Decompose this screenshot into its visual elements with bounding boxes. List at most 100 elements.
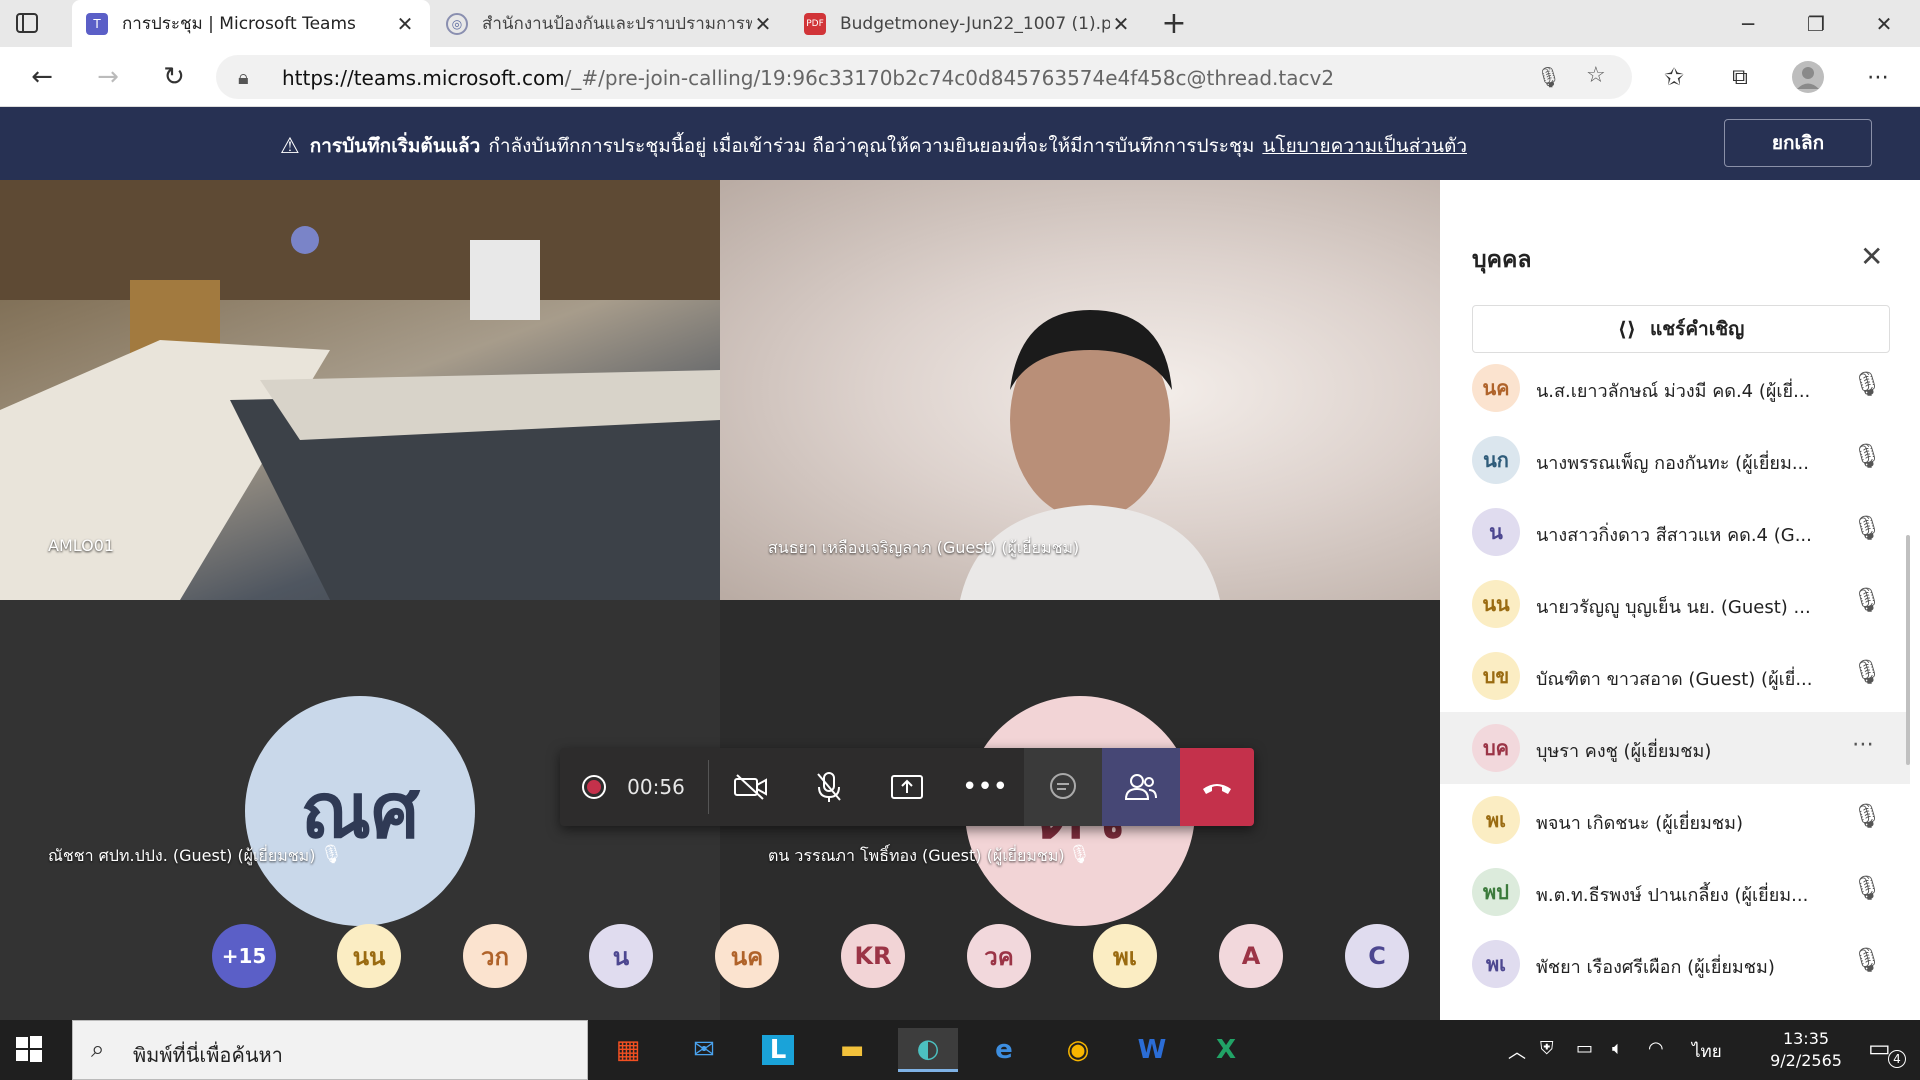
participant-row[interactable]: น นางสาวกิ่งดาว สีสาวแห คด.4 (G... 🎙︎ — [1440, 496, 1910, 568]
notification-count: 4 — [1888, 1050, 1906, 1068]
participant-row[interactable]: บค บุษรา คงชู (ผู้เยี่ยมชม) ⋯ — [1440, 712, 1910, 784]
tab-amlo[interactable]: ◎ สำนักงานป้องกันและปราบปรามการฟอ ✕ — [432, 0, 788, 47]
mic-muted-icon: 🎙︎ — [1852, 874, 1883, 902]
participant-name: สนธยา เหลืองเจริญลาภ (Guest) (ผู้เยี่ยมช… — [768, 538, 1080, 557]
more-options-icon[interactable]: ⋯ — [1852, 732, 1874, 757]
muted-icon: 🎙︎ — [320, 844, 343, 865]
battery-icon[interactable]: ▭ — [1576, 1038, 1593, 1059]
participant-bubble[interactable]: น — [589, 924, 653, 988]
share-screen-button[interactable] — [868, 748, 946, 826]
participant-bubble[interactable]: A — [1219, 924, 1283, 988]
participant-row[interactable]: พเ พัชยา เรืองศรีเผือก (ผู้เยี่ยมชม) 🎙︎ — [1440, 928, 1910, 1000]
pdf-icon: PDF — [804, 12, 826, 35]
wifi-icon[interactable]: ◠ — [1648, 1038, 1664, 1059]
participant-name: นางพรรณเพ็ญ กองกันทะ (ผู้เยี่ยม... — [1536, 453, 1809, 474]
participant-avatar: นน — [1472, 580, 1520, 628]
show-hidden-icons[interactable]: ︿ — [1508, 1038, 1526, 1064]
security-icon[interactable]: ⛨ — [1540, 1038, 1554, 1059]
people-button[interactable] — [1102, 748, 1180, 826]
participant-row[interactable]: นน นายวรัญญู บุญเย็น นย. (Guest) ... 🎙︎ — [1440, 568, 1910, 640]
share-invite-button[interactable]: ⟨⟩ แชร์คำเชิญ — [1472, 305, 1890, 353]
vpn-shield-icon[interactable]: ◉ — [1048, 1028, 1108, 1072]
participant-name: พ.ต.ท.ธีรพงษ์ ปานเกลี้ยง (ผู้เยี่ยม... — [1536, 885, 1809, 906]
globe-icon: ◎ — [446, 12, 468, 35]
participant-row[interactable]: นค น.ส.เยาวลักษณ์ ม่วงมี คด.4 (ผู้เยี่..… — [1440, 352, 1910, 424]
internet-explorer-icon[interactable]: e — [974, 1028, 1034, 1072]
camera-off-button[interactable] — [712, 748, 790, 826]
microphone-icon[interactable]: 🎙︎ — [1536, 65, 1561, 89]
more-actions-button[interactable]: ••• — [946, 748, 1024, 826]
participant-bubble[interactable]: C — [1345, 924, 1409, 988]
taskbar-search[interactable]: ⌕ พิมพ์ที่นี่เพื่อค้นหา — [72, 1020, 588, 1080]
excel-icon[interactable]: X — [1196, 1028, 1256, 1072]
participant-avatar: บข — [1472, 652, 1520, 700]
forward-icon[interactable]: → — [90, 59, 126, 95]
teams-icon: T — [86, 12, 108, 35]
mail-icon[interactable]: ✉ — [674, 1028, 734, 1072]
dismiss-button[interactable]: ยกเลิก — [1724, 119, 1872, 167]
mic-off-button[interactable] — [790, 748, 868, 826]
windows-start-icon[interactable] — [14, 1034, 46, 1066]
store-icon[interactable]: ▦ — [598, 1028, 658, 1072]
language-indicator[interactable]: ไทย — [1692, 1038, 1722, 1065]
participant-name: น.ส.เยาวลักษณ์ ม่วงมี คด.4 (ผู้เยี่... — [1536, 381, 1811, 402]
word-icon[interactable]: W — [1122, 1028, 1182, 1072]
tab-pdf[interactable]: PDF Budgetmoney-Jun22_1007 (1).pd ✕ — [790, 0, 1146, 47]
hang-up-button[interactable] — [1180, 748, 1254, 826]
muted-icon: 🎙︎ — [1068, 844, 1091, 865]
address-bar[interactable]: 🔒︎ https://teams.microsoft.com/_#/pre-jo… — [216, 55, 1632, 99]
new-tab-button[interactable]: + — [1140, 0, 1208, 47]
close-tab-icon[interactable]: ✕ — [394, 12, 416, 36]
participant-row[interactable]: พป พ.ต.ท.ธีรพงษ์ ปานเกลี้ยง (ผู้เยี่ยม..… — [1440, 856, 1910, 928]
edge-icon[interactable]: ◐ — [898, 1028, 958, 1072]
search-placeholder: พิมพ์ที่นี่เพื่อค้นหา — [133, 1043, 283, 1067]
lock-icon: 🔒︎ — [238, 65, 249, 89]
more-participants-bubble[interactable]: +15 — [212, 924, 276, 988]
panel-scrollbar[interactable] — [1906, 535, 1910, 765]
participant-bubble[interactable]: KR — [841, 924, 905, 988]
more-options-icon[interactable]: ⋯ — [1860, 59, 1896, 95]
participant-bubble[interactable]: พเ — [1093, 924, 1157, 988]
participant-name: พจนา เกิดชนะ (ผู้เยี่ยมชม) — [1536, 813, 1743, 834]
refresh-icon[interactable]: ↻ — [156, 59, 192, 95]
close-tab-icon[interactable]: ✕ — [1110, 12, 1132, 36]
system-clock[interactable]: 13:35 9/2/2565 — [1756, 1028, 1856, 1072]
close-tab-icon[interactable]: ✕ — [752, 12, 774, 36]
participant-name: AMLO01 — [48, 536, 115, 555]
privacy-policy-link[interactable]: นโยบายความเป็นส่วนตัว — [1262, 131, 1467, 161]
participant-avatar: บค — [1472, 724, 1520, 772]
participant-bubble[interactable]: นน — [337, 924, 401, 988]
participant-row[interactable]: พเ พจนา เกิดชนะ (ผู้เยี่ยมชม) 🎙︎ — [1440, 784, 1910, 856]
chat-button[interactable] — [1024, 748, 1102, 826]
profile-avatar[interactable] — [1790, 59, 1826, 95]
video-tile-amlo01: AMLO01 — [0, 180, 720, 600]
close-window-icon[interactable]: ✕ — [1850, 0, 1918, 47]
close-panel-icon[interactable]: ✕ — [1860, 240, 1883, 273]
tab-actions-icon[interactable] — [14, 10, 54, 38]
participant-row[interactable]: นก นางพรรณเพ็ญ กองกันทะ (ผู้เยี่ยม... 🎙︎ — [1440, 424, 1910, 496]
windows-taskbar: ⌕ พิมพ์ที่นี่เพื่อค้นหา ▦ ✉ L ▬ ◐ e ◉ W … — [0, 1020, 1920, 1080]
back-icon[interactable]: ← — [24, 59, 60, 95]
banner-text: กำลังบันทึกการประชุมนี้อยู่ เมื่อเข้าร่ว… — [488, 135, 1255, 157]
participant-bubble[interactable]: วก — [463, 924, 527, 988]
recording-timer: 00:56 — [627, 775, 685, 799]
restore-icon[interactable]: ❐ — [1782, 0, 1850, 47]
add-favorite-icon[interactable]: ☆ — [1586, 63, 1606, 88]
volume-icon[interactable]: 🔈︎ — [1612, 1038, 1623, 1059]
collections-icon[interactable]: ⧉ — [1722, 59, 1758, 95]
tab-teams[interactable]: T การประชุม | Microsoft Teams ✕ — [72, 0, 430, 47]
participant-bubble[interactable]: นค — [715, 924, 779, 988]
file-explorer-icon[interactable]: ▬ — [822, 1028, 882, 1072]
line-app-icon[interactable]: L — [748, 1028, 808, 1072]
participant-avatar: ณศ — [245, 696, 475, 926]
mic-muted-icon: 🎙︎ — [1852, 802, 1883, 830]
participant-row[interactable]: บข บัณฑิตา ขาวสอาด (Guest) (ผู้เยี่... 🎙… — [1440, 640, 1910, 712]
favorites-icon[interactable]: ✩ — [1656, 59, 1692, 95]
minimize-icon[interactable]: ─ — [1714, 0, 1782, 47]
mic-muted-icon: 🎙︎ — [1852, 514, 1883, 542]
participant-bubble[interactable]: วค — [967, 924, 1031, 988]
banner-title: การบันทึกเริ่มต้นแล้ว — [309, 135, 481, 157]
participant-name: ตน วรรณภา โพธิ์ทอง (Guest) (ผู้เยี่ยมชม) — [768, 846, 1065, 865]
participant-name: นางสาวกิ่งดาว สีสาวแห คด.4 (G... — [1536, 525, 1812, 546]
url-text: https://teams.microsoft.com/_#/pre-join-… — [282, 66, 1335, 90]
